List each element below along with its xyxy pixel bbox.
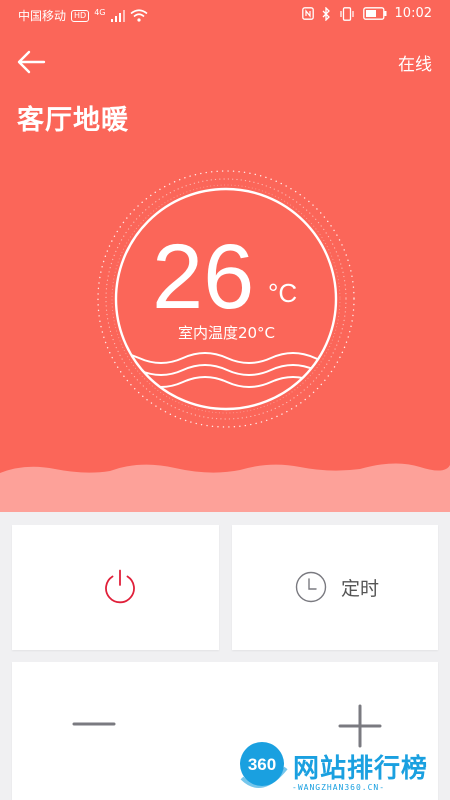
status-bar-left: 中国移动 HD 4G xyxy=(18,7,148,24)
minus-icon[interactable] xyxy=(64,702,124,746)
hd-badge: HD xyxy=(71,9,90,22)
background-wave xyxy=(0,463,450,512)
set-temperature: 26 xyxy=(152,226,255,328)
status-bar: 中国移动 HD 4G 10:02 xyxy=(0,0,450,30)
battery-icon xyxy=(362,7,387,20)
indoor-temperature: 室内温度20°C xyxy=(177,324,276,342)
watermark-logo: 360 xyxy=(240,742,288,788)
power-button[interactable] xyxy=(12,525,219,650)
arrow-left-icon[interactable] xyxy=(16,48,46,76)
watermark: 360 网站排行榜 -WANGZHAN360.CN- xyxy=(236,738,446,798)
temperature-unit: °C xyxy=(268,278,298,308)
device-title: 客厅地暖 xyxy=(17,105,129,136)
bluetooth-icon xyxy=(322,6,330,21)
timer-label: 定时 xyxy=(341,577,380,600)
carrier-name: 中国移动 xyxy=(18,9,67,23)
network-type: 4G xyxy=(94,8,106,17)
vibrate-icon xyxy=(339,6,354,21)
nfc-icon xyxy=(301,7,314,20)
online-status: 在线 xyxy=(398,55,432,75)
signal-icon xyxy=(110,9,125,22)
watermark-text: 网站排行榜 xyxy=(293,754,429,784)
watermark-subtext: -WANGZHAN360.CN- xyxy=(292,783,386,792)
status-bar-right: 10:02 xyxy=(301,6,432,21)
wifi-icon xyxy=(129,9,148,22)
thermostat-header-area: 中国移动 HD 4G 10:02 在线 客厅地暖 26 °C 室内温度20°C xyxy=(0,0,450,512)
power-icon xyxy=(105,569,135,604)
status-time: 10:02 xyxy=(394,6,432,21)
timer-content: 定时 xyxy=(295,571,379,603)
clock-icon xyxy=(295,571,327,603)
timer-button[interactable]: 定时 xyxy=(232,525,438,650)
watermark-logo-number: 360 xyxy=(248,755,276,774)
